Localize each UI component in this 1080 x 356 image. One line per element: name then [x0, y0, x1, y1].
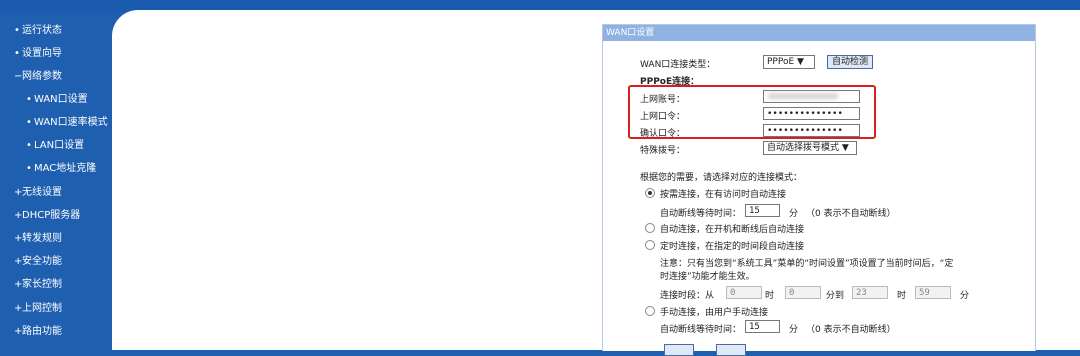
expand-icon: +: [14, 326, 23, 337]
expand-icon: +: [14, 187, 23, 198]
sidebar-item-label: 路由功能: [22, 326, 62, 337]
mode-timed-label: 定时连接，在指定的时间段自动连接: [660, 242, 805, 252]
panel-title: WAN口设置: [603, 25, 1035, 41]
special-dial-label: 特殊拨号：: [640, 146, 686, 156]
bullet-icon: •: [26, 163, 32, 174]
idle-time-label: 自动断线等待时间：: [660, 325, 742, 335]
sidebar-item-label: 无线设置: [22, 187, 62, 198]
bullet-icon: •: [26, 94, 32, 105]
sidebar-item-wan-speed[interactable]: • WAN口速率模式: [26, 113, 108, 128]
mode-on-demand-label: 按需连接，在有访问时自动连接: [660, 190, 787, 200]
sidebar-item-label: 设置向导: [22, 48, 62, 59]
sidebar-item-label: 网络参数: [22, 71, 62, 82]
sidebar-item-mac-clone[interactable]: • MAC地址克隆: [26, 159, 96, 174]
sidebar-item-label: WAN口速率模式: [34, 117, 108, 128]
sidebar-item-wizard[interactable]: • 设置向导: [14, 44, 62, 59]
sidebar-item-routing[interactable]: +路由功能: [14, 322, 62, 337]
from-hour-input[interactable]: 0: [726, 286, 762, 299]
sidebar-item-label: WAN口设置: [34, 94, 88, 105]
sidebar-item-parental[interactable]: +家长控制: [14, 275, 62, 290]
sidebar-item-dhcp[interactable]: +DHCP服务器: [14, 206, 80, 221]
sidebar-item-wireless[interactable]: +无线设置: [14, 183, 62, 198]
expand-icon: +: [14, 303, 23, 314]
sidebar-item-label: DHCP服务器: [22, 210, 81, 221]
radio-manual-connect[interactable]: [645, 306, 655, 316]
chevron-down-icon: ▼: [841, 143, 849, 153]
conn-type-label: WAN口连接类型：: [640, 60, 716, 70]
hour-unit: 时: [765, 291, 775, 301]
mode-auto-label: 自动连接，在开机和断线后自动连接: [660, 225, 805, 235]
bullet-icon: •: [14, 25, 20, 36]
sidebar-item-forwarding[interactable]: +转发规则: [14, 229, 62, 244]
to-minute-input[interactable]: 59: [915, 286, 951, 299]
sidebar-item-label: LAN口设置: [34, 140, 85, 151]
chevron-down-icon: ▼: [797, 57, 804, 67]
radio-auto-connect[interactable]: [645, 223, 655, 233]
sidebar-item-label: 运行状态: [22, 25, 62, 36]
sidebar-item-label: 上网控制: [22, 303, 62, 314]
special-dial-value: 自动选择拨号模式: [767, 143, 840, 153]
hour-unit: 时: [897, 291, 907, 301]
sidebar-item-security[interactable]: +安全功能: [14, 252, 62, 267]
conn-type-value: PPPoE: [767, 57, 795, 67]
to-label: 分到: [826, 291, 845, 301]
timed-note-line-2: 时连接”功能才能生效。: [660, 272, 755, 282]
connect-button[interactable]: [664, 344, 694, 356]
idle-time-unit: 分: [789, 209, 799, 219]
idle-time-input[interactable]: 15: [745, 204, 780, 217]
radio-timed-connect[interactable]: [645, 240, 655, 250]
sidebar-item-lan[interactable]: • LAN口设置: [26, 136, 84, 151]
sidebar-item-network[interactable]: −网络参数: [14, 67, 62, 82]
sidebar-item-label: 家长控制: [22, 279, 62, 290]
sidebar-item-label: MAC地址克隆: [34, 163, 97, 174]
mode-manual-label: 手动连接，由用户手动连接: [660, 308, 769, 318]
bullet-icon: •: [26, 117, 32, 128]
sidebar-item-label: 安全功能: [22, 256, 62, 267]
idle-time-unit: 分: [789, 325, 799, 335]
idle-time-note: （0 表示不自动断线）: [806, 325, 896, 335]
sidebar-item-status[interactable]: • 运行状态: [14, 21, 62, 36]
radio-on-demand[interactable]: [645, 188, 655, 198]
conn-type-select[interactable]: PPPoE ▼: [763, 55, 815, 69]
timed-note-line-1: 注意：只有当您到“系统工具”菜单的“时间设置”项设置了当前时间后，“定: [660, 259, 954, 269]
auto-detect-button[interactable]: 自动检测: [827, 55, 874, 69]
expand-icon: +: [14, 233, 23, 244]
idle-time-input-manual[interactable]: 15: [745, 320, 780, 333]
sidebar-item-access-control[interactable]: +上网控制: [14, 299, 62, 314]
highlight-box: [628, 85, 876, 139]
sidebar-item-wan[interactable]: • WAN口设置: [26, 90, 88, 105]
idle-time-note: （0 表示不自动断线）: [806, 209, 896, 219]
minute-unit: 分: [960, 291, 970, 301]
expand-icon: +: [14, 256, 23, 267]
expand-icon: +: [14, 279, 23, 290]
idle-time-label: 自动断线等待时间：: [660, 209, 742, 219]
bullet-icon: •: [14, 48, 20, 59]
disconnect-button[interactable]: [716, 344, 746, 356]
expand-icon: +: [14, 210, 23, 221]
collapse-icon: −: [14, 71, 23, 82]
bullet-icon: •: [26, 140, 32, 151]
to-hour-input[interactable]: 23: [852, 286, 888, 299]
special-dial-select[interactable]: 自动选择拨号模式 ▼: [763, 141, 857, 155]
from-minute-input[interactable]: 0: [785, 286, 821, 299]
sidebar-item-label: 转发规则: [22, 233, 62, 244]
period-label: 连接时段：从: [660, 291, 715, 301]
mode-prompt: 根据您的需要，请选择对应的连接模式：: [640, 173, 803, 183]
